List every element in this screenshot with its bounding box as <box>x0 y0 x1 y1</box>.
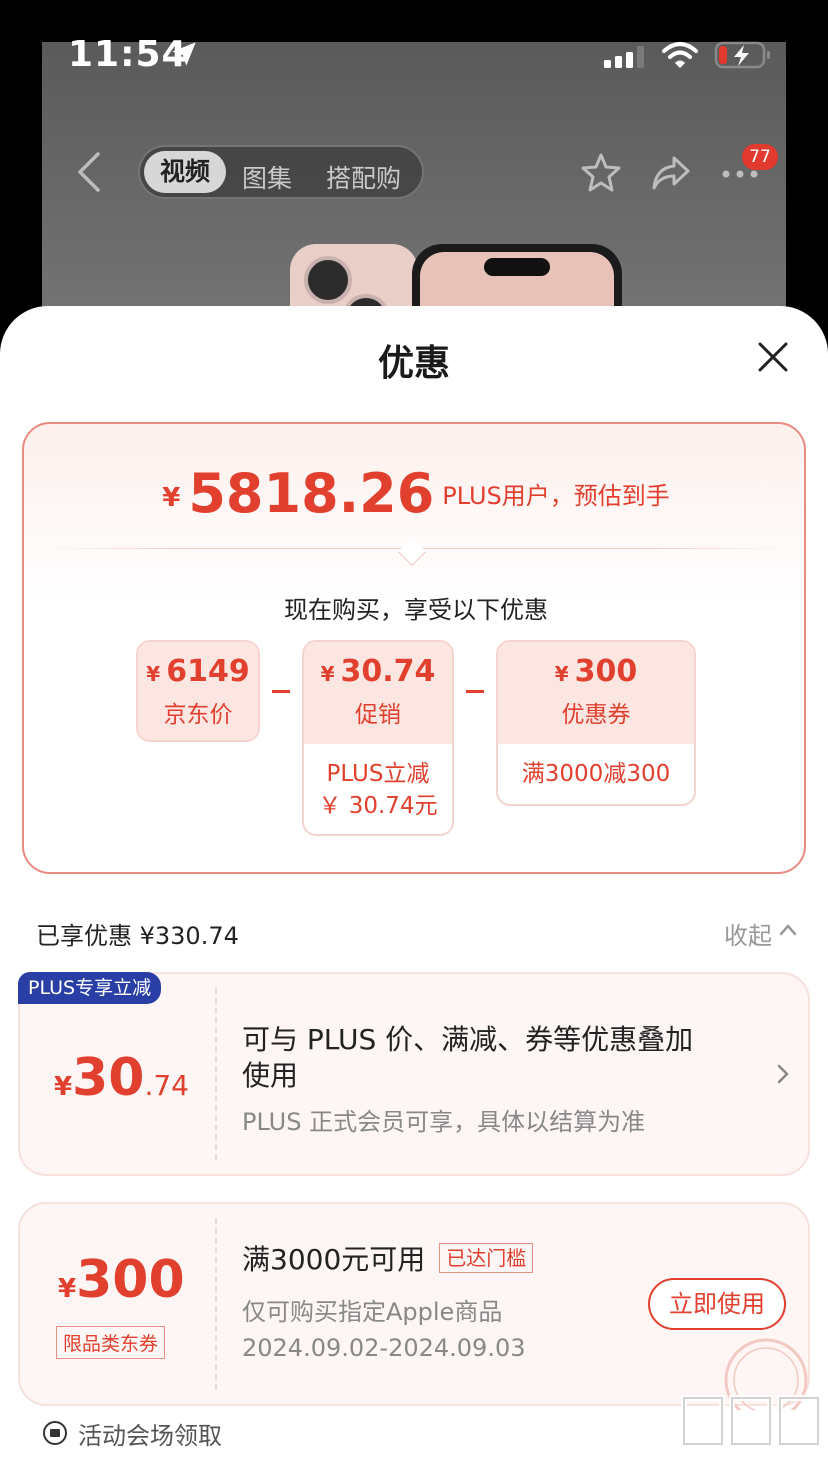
status-bar: 11:54 <box>0 0 828 110</box>
chevron-right-icon[interactable] <box>774 1060 792 1088</box>
breakdown-detail: PLUS立减 <box>326 761 430 787</box>
plus-discount-card[interactable]: PLUS专享立减 ¥30.74 可与 PLUS 价、满减、券等优惠叠加 使用 P… <box>18 972 810 1176</box>
media-tabs: 视频 图集 搭配购 <box>138 145 424 199</box>
tab-gallery[interactable]: 图集 <box>242 159 292 195</box>
coupon-validity: 2024.09.02-2024.09.03 <box>242 1334 526 1362</box>
coupon-category-tag: 限品类东券 <box>56 1326 166 1359</box>
threshold-reached-tag: 已达门槛 <box>439 1243 534 1273</box>
breakdown-label: 京东价 <box>163 702 233 728</box>
breakdown-label: 促销 <box>355 702 401 728</box>
coupon-amount: ¥30.74 <box>54 1048 189 1108</box>
dashed-divider <box>215 1218 217 1390</box>
coupon-currency: ¥ <box>54 1072 73 1102</box>
coupon-title: 可与 PLUS 价、满减、券等优惠叠加 使用 <box>242 1022 693 1094</box>
estimate-amount: 5818.26 <box>188 462 435 525</box>
breakdown-detail: 满3000减300 <box>521 761 671 787</box>
battery-icon <box>714 41 770 69</box>
breakdown-amount: 6149 <box>166 654 250 689</box>
coupon-amount-int: 300 <box>76 1250 185 1310</box>
coupon-title-text: 满3000元可用 <box>242 1243 426 1276</box>
notification-badge: 77 <box>742 144 778 170</box>
estimate-currency: ¥ <box>162 483 181 513</box>
category-coupon-card: ¥300 限品类东券 满3000元可用 已达门槛 仅可购买指定Apple商品 20… <box>18 1202 810 1410</box>
divider-notch <box>397 537 427 567</box>
signal-icon <box>604 46 644 68</box>
coupon-currency: ¥ <box>58 1274 77 1304</box>
buy-now-text: 现在购买，享受以下优惠 <box>284 596 548 624</box>
use-now-button[interactable]: 立即使用 <box>648 1278 786 1330</box>
breakdown-detail: ￥ 30.74元 <box>318 793 438 819</box>
minus-sign <box>466 690 484 693</box>
estimated-price-card: ¥5818.26 PLUS用户，预估到手 现在购买，享受以下优惠 ¥6149 京东… <box>22 422 806 874</box>
close-icon[interactable] <box>756 340 790 374</box>
tab-bundle[interactable]: 搭配购 <box>326 159 401 195</box>
venue-claim-link[interactable]: 活动会场领取 <box>42 1416 222 1451</box>
coupon-value: ¥300 限品类东券 <box>20 1204 216 1404</box>
coupon-amount-int: 30 <box>72 1048 145 1108</box>
coupon-title: 满3000元可用 已达门槛 <box>242 1242 534 1278</box>
breakdown-amount: 30.74 <box>340 654 436 689</box>
collapse-button[interactable]: 收起 <box>724 916 772 951</box>
breakdown-currency: ¥ <box>146 662 161 686</box>
breakdown-label: 优惠券 <box>561 702 631 728</box>
coupon-title-line: 可与 PLUS 价、满减、券等优惠叠加 <box>242 1023 694 1056</box>
watermark-logo <box>681 1395 821 1447</box>
estimated-price: ¥5818.26 PLUS用户，预估到手 <box>24 462 808 525</box>
share-icon[interactable] <box>650 154 692 194</box>
breakdown-currency: ¥ <box>554 662 569 686</box>
breakdown-amount: 300 <box>574 654 638 689</box>
breakdown-jd-price: ¥6149 京东价 <box>136 640 260 742</box>
coupon-title-line: 使用 <box>242 1059 299 1092</box>
estimate-note: PLUS用户，预估到手 <box>442 482 670 510</box>
back-icon[interactable] <box>70 150 110 194</box>
coupon-amount: ¥300 <box>58 1250 185 1310</box>
coupon-scope: 仅可购买指定Apple商品 <box>242 1298 503 1326</box>
breakdown-currency: ¥ <box>320 662 335 686</box>
wifi-icon <box>662 42 698 68</box>
enjoyed-discount: 已享优惠 ¥330.74 <box>36 922 239 950</box>
minus-sign <box>272 690 290 693</box>
location-arrow-icon <box>172 42 196 66</box>
sheet-title: 优惠 <box>377 343 450 384</box>
breakdown-coupon: ¥300 优惠券 满3000减300 <box>496 640 696 806</box>
coupon-value: ¥30.74 <box>20 974 216 1174</box>
coupon-subtitle: PLUS 正式会员可享，具体以结算为准 <box>242 1108 646 1136</box>
discount-sheet: 优惠 ¥5818.26 PLUS用户，预估到手 现在购买，享受以下优惠 ¥6149… <box>0 306 828 1466</box>
coupon-amount-dec: .74 <box>144 1069 189 1102</box>
dashed-divider <box>215 988 217 1160</box>
breakdown-promotion: ¥30.74 促销 PLUS立减 ￥ 30.74元 <box>302 640 454 836</box>
star-icon[interactable] <box>580 152 622 194</box>
tab-video[interactable]: 视频 <box>144 151 226 193</box>
chevron-up-icon[interactable] <box>778 920 798 940</box>
